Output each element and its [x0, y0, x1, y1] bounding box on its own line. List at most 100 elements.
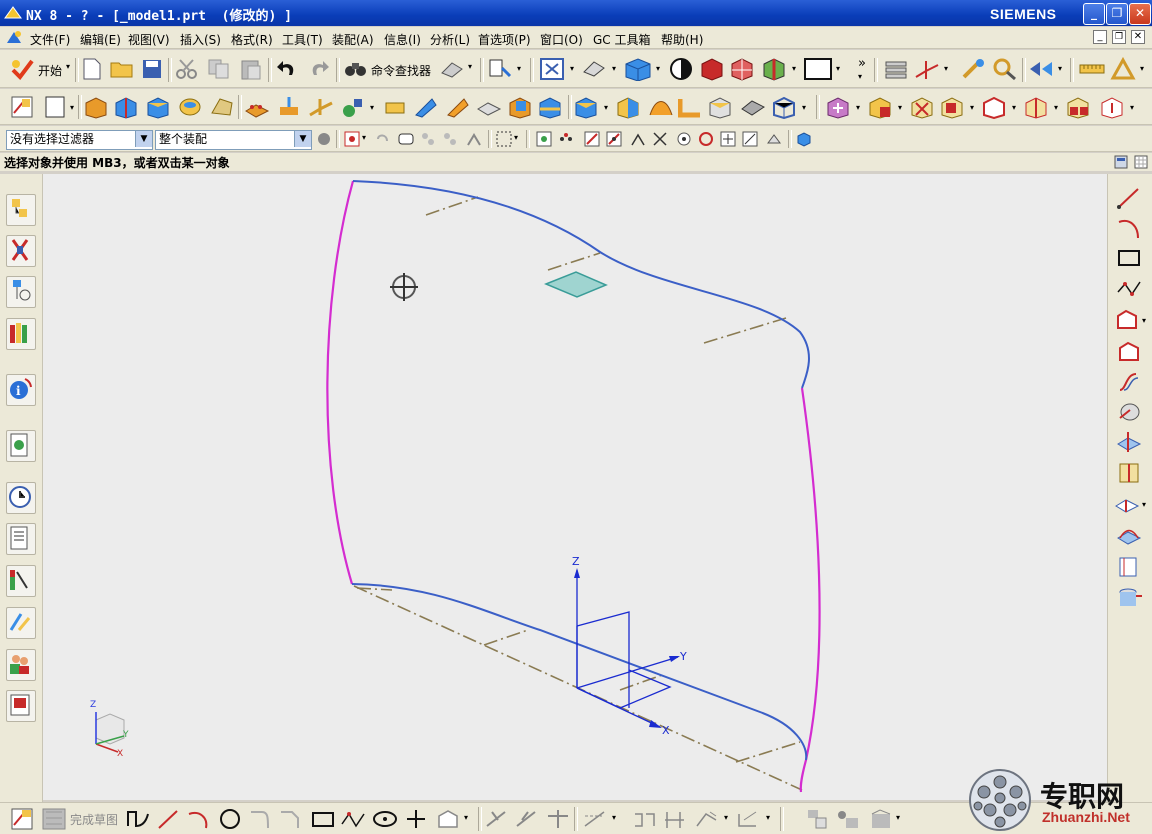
point-on-surface-icon[interactable] [766, 131, 782, 147]
menu-preferences[interactable]: 首选项(P) [478, 31, 531, 48]
unite-icon[interactable] [574, 95, 600, 119]
profile-icon[interactable] [126, 808, 152, 830]
sketch-circle-icon[interactable] [218, 808, 242, 830]
dropdown-arrow-icon[interactable]: ▾ [70, 103, 74, 112]
graphics-window[interactable]: Z Y X Z Y X [43, 174, 1107, 800]
constraint-navigator-tab[interactable] [6, 235, 36, 267]
menu-window[interactable]: 窗口(O) [540, 31, 583, 48]
face-blend-icon[interactable] [678, 95, 704, 119]
shaded-cube-icon[interactable] [624, 57, 652, 81]
assembly-navigator-tab[interactable] [6, 194, 36, 226]
doc-close-button[interactable]: ✕ [1131, 30, 1145, 44]
start-label[interactable]: 开始 [38, 62, 62, 79]
helix-icon[interactable] [1116, 586, 1142, 610]
dropdown-arrow-icon[interactable]: ▾ [604, 103, 608, 112]
feature-selection-icon[interactable] [344, 131, 360, 147]
menu-assemblies[interactable]: 装配(A) [332, 31, 374, 48]
measure-angle-icon[interactable] [1110, 57, 1136, 81]
point-icon[interactable] [340, 95, 366, 119]
finish-sketch-label[interactable]: 完成草图 [70, 811, 118, 828]
hd3d-tools-tab[interactable]: i [6, 374, 36, 406]
chamfer-icon[interactable] [210, 95, 234, 119]
sketch-icon[interactable] [10, 95, 34, 119]
history-tab[interactable] [6, 482, 36, 514]
model-viewport[interactable] [43, 174, 1107, 800]
selection-mode-icon[interactable] [440, 59, 464, 79]
menu-tools[interactable]: 工具(T) [282, 31, 323, 48]
dropdown-arrow-icon[interactable]: ▾ [1058, 64, 1062, 73]
menu-edit[interactable]: 编辑(E) [80, 31, 121, 48]
arrow-direction-icon[interactable] [1028, 58, 1054, 80]
sketch-fillet-icon[interactable] [248, 808, 272, 830]
datum-csys-icon[interactable] [308, 95, 334, 119]
resource-bar-toggle-icon[interactable] [1114, 155, 1128, 169]
sketch-ellipse-icon[interactable] [372, 808, 398, 830]
quadrant-point-icon[interactable] [698, 131, 714, 147]
binoculars-icon[interactable] [344, 60, 368, 78]
sketch-line-icon[interactable] [156, 808, 180, 830]
snap-points-icon[interactable] [558, 131, 574, 147]
split-body-icon[interactable] [538, 95, 564, 119]
rectangle-icon[interactable] [1116, 246, 1142, 270]
subtract-icon[interactable] [616, 95, 642, 119]
dropdown-arrow-icon[interactable]: ▾ [836, 64, 840, 73]
sweep-icon[interactable] [412, 95, 438, 119]
polygon-icon[interactable] [1114, 308, 1140, 332]
roles-tab[interactable] [6, 649, 36, 681]
dropdown-arrow-icon[interactable]: ▾ [1142, 500, 1146, 509]
point-on-curve-icon[interactable] [742, 131, 758, 147]
snap-tool-icon[interactable] [960, 57, 986, 81]
dropdown-arrow-icon[interactable]: ▾ [898, 103, 902, 112]
chevron-down-icon[interactable]: ▼ [135, 131, 152, 147]
dropdown-arrow-icon[interactable]: ▾ [612, 64, 616, 73]
trim-body-icon[interactable] [508, 95, 534, 119]
dropdown-arrow-icon[interactable]: ▾ [766, 813, 770, 822]
dropdown-arrow-icon[interactable]: ▾ [1140, 64, 1144, 73]
redo-icon[interactable] [308, 59, 330, 79]
offset-face-icon[interactable] [276, 95, 302, 119]
paste-icon[interactable] [240, 58, 262, 80]
dropdown-arrow-icon[interactable]: ▾ [1130, 103, 1134, 112]
reuse-library-tab[interactable] [6, 318, 36, 350]
chevron-down-icon[interactable]: ▼ [294, 131, 311, 147]
arc-icon[interactable] [1116, 216, 1142, 240]
alternate-solution-icon[interactable] [868, 808, 894, 830]
assembly-move-icon[interactable] [940, 95, 966, 119]
control-point-icon[interactable] [630, 131, 646, 147]
orient-view-icon[interactable] [582, 58, 606, 80]
type-filter-select[interactable]: 没有选择过滤器 ▼ [6, 130, 153, 150]
dropdown-arrow-icon[interactable]: ▾ [944, 64, 948, 73]
extract-curve-icon[interactable] [1114, 492, 1140, 516]
section-red-icon[interactable] [700, 57, 724, 81]
cut-icon[interactable] [176, 59, 198, 79]
select-curve-icon[interactable] [420, 131, 436, 147]
dropdown-arrow-icon[interactable]: ▾ [1142, 316, 1146, 325]
mid-point-icon[interactable] [606, 131, 622, 147]
toolbar-overflow-icon[interactable]: » [858, 56, 866, 71]
section-checker-icon[interactable] [730, 57, 754, 81]
system-scene-tab[interactable] [6, 690, 36, 722]
relations-browser-icon[interactable] [836, 808, 862, 830]
dropdown-arrow-icon[interactable]: ▾ [570, 64, 574, 73]
select-body-icon[interactable] [466, 131, 482, 147]
close-button[interactable]: ✕ [1129, 3, 1151, 25]
geometric-constraint-icon[interactable] [632, 808, 658, 830]
dropdown-arrow-icon[interactable]: ▾ [362, 133, 366, 142]
pattern-feature-icon[interactable] [244, 95, 270, 119]
bounded-plane-icon[interactable] [648, 95, 674, 119]
select-edge-icon[interactable] [442, 131, 458, 147]
dropdown-arrow-icon[interactable]: ▾ [896, 813, 900, 822]
doc-restore-button[interactable]: ❐ [1112, 30, 1126, 44]
rectangle-select-icon[interactable] [496, 131, 512, 147]
extrude-icon[interactable] [84, 95, 108, 119]
dropdown-arrow-icon[interactable]: ▾ [464, 813, 468, 822]
datum-plane-icon[interactable] [44, 95, 66, 119]
dropdown-arrow-icon[interactable]: ▾ [370, 103, 374, 112]
start-dropdown-icon[interactable]: ▾ [66, 62, 70, 71]
thicken-icon[interactable] [476, 95, 502, 119]
menu-analysis[interactable]: 分析(L) [430, 31, 470, 48]
title-bar[interactable]: NX 8 - ? - [_model1.prt (修改的) ] SIEMENS … [0, 0, 1152, 26]
assembly-mirror-icon[interactable] [1024, 95, 1050, 119]
info-tool-icon[interactable] [488, 58, 512, 82]
wcs-icon[interactable] [914, 57, 940, 81]
